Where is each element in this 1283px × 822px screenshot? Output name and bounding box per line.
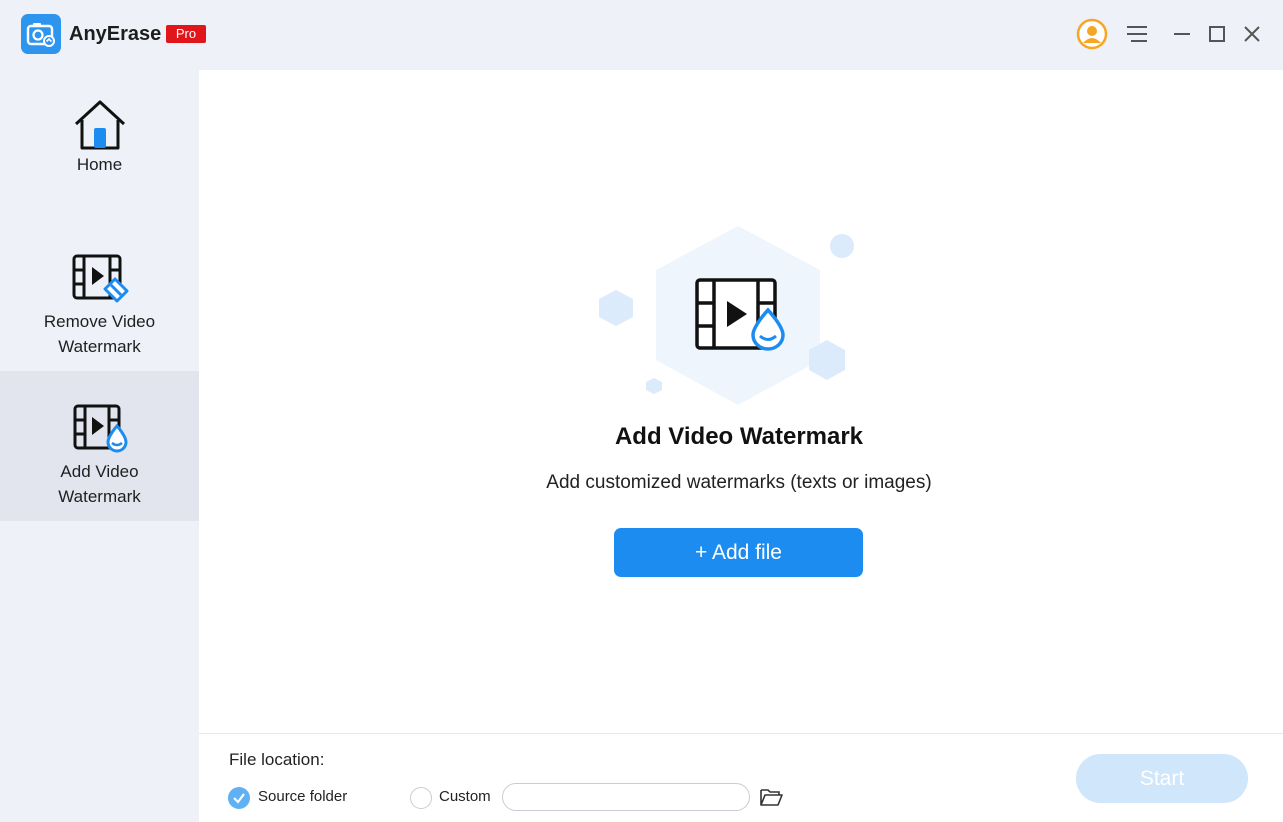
home-icon [74, 100, 125, 150]
account-icon[interactable] [1075, 17, 1109, 51]
add-file-button[interactable]: + Add file [614, 528, 863, 577]
sidebar-item-label: Add Video Watermark [58, 462, 141, 506]
page-subtitle: Add customized watermarks (texts or imag… [546, 472, 932, 493]
app-logo [21, 14, 61, 54]
source-folder-radio[interactable] [228, 787, 250, 809]
remove-video-watermark-icon [72, 254, 128, 303]
start-button[interactable]: Start [1076, 754, 1248, 803]
sidebar: Home Remove Video Watermark Add Video Wa… [0, 70, 199, 821]
source-folder-label[interactable]: Source folder [258, 788, 347, 805]
title-bar: AnyErase Pro [0, 0, 1283, 70]
page-title: Add Video Watermark [614, 423, 864, 450]
check-icon [233, 793, 245, 804]
app-name: AnyErase [69, 23, 162, 45]
output-settings: File location: Source folder Custom Star… [199, 733, 1283, 822]
main-panel: Add Video Watermark Add customized water… [199, 70, 1283, 733]
sidebar-item-label: Remove Video Watermark [43, 312, 156, 356]
sidebar-item-home[interactable]: Home [0, 70, 199, 220]
folder-icon[interactable] [759, 786, 783, 808]
hero-section: Add Video Watermark Add customized water… [199, 70, 1283, 733]
minimize-icon[interactable] [1165, 17, 1199, 51]
menu-icon[interactable] [1120, 17, 1154, 51]
sidebar-item-label: Home [76, 155, 123, 174]
pro-badge: Pro [166, 25, 206, 43]
sidebar-item-add-video-watermark[interactable]: Add Video Watermark [0, 371, 199, 521]
custom-radio[interactable] [410, 787, 432, 809]
file-location-label: File location: [229, 750, 325, 769]
custom-path-input[interactable] [502, 783, 750, 811]
maximize-icon[interactable] [1200, 17, 1234, 51]
sidebar-item-remove-video-watermark[interactable]: Remove Video Watermark [0, 220, 199, 370]
close-icon[interactable] [1235, 17, 1269, 51]
add-video-watermark-icon [73, 404, 128, 453]
add-watermark-illustration [599, 226, 854, 405]
custom-label[interactable]: Custom [439, 788, 491, 805]
